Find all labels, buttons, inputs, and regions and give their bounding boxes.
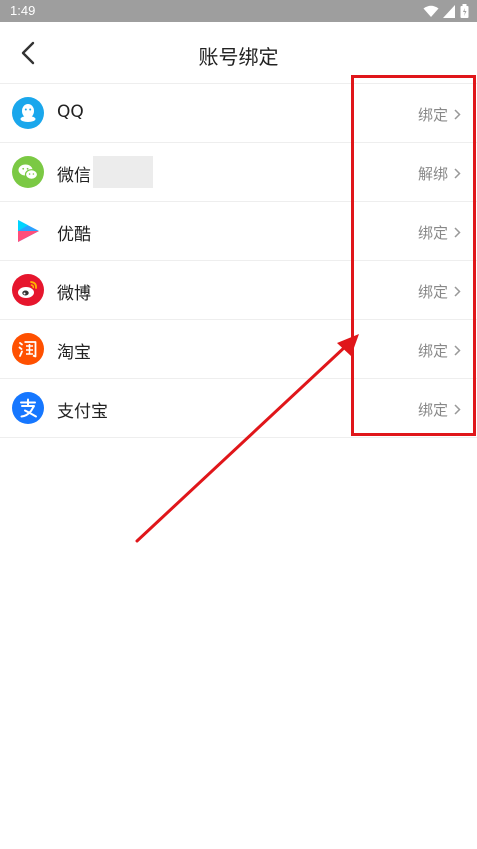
page-title: 账号绑定 — [198, 45, 279, 69]
wifi-icon — [423, 5, 439, 17]
youku-icon — [12, 215, 44, 247]
battery-icon — [460, 4, 469, 18]
status-icons — [423, 4, 469, 18]
account-name: 淘宝 — [57, 343, 91, 363]
account-name: 支付宝 — [57, 402, 108, 422]
signal-icon — [443, 4, 455, 18]
account-name: 微信 — [57, 166, 91, 186]
status-bar: 1:49 — [0, 0, 477, 22]
account-name: 微博 — [57, 284, 91, 304]
qq-icon — [12, 97, 44, 129]
taobao-icon — [12, 333, 44, 365]
wechat-icon — [12, 156, 44, 188]
account-name: QQ — [57, 102, 84, 122]
annotation-highlight-box — [351, 75, 476, 436]
alipay-icon — [12, 392, 44, 424]
status-time: 1:49 — [10, 3, 36, 18]
weibo-icon — [12, 274, 44, 306]
blurred-nickname — [93, 156, 153, 188]
account-name: 优酷 — [57, 225, 91, 245]
